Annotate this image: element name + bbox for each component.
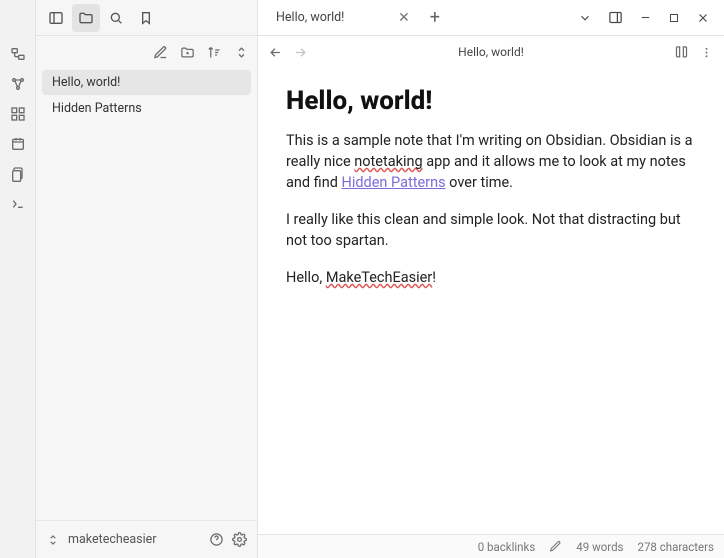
sidebar: Hello, world! Hidden Patterns maketechea… <box>36 0 258 558</box>
vault-footer: maketecheasier <box>36 520 257 558</box>
settings-icon[interactable] <box>232 532 247 547</box>
edit-mode-icon[interactable] <box>549 540 562 553</box>
main: Hello, world! ✕ + <box>258 0 724 558</box>
search-tab-icon[interactable] <box>102 4 130 32</box>
nav-forward-icon[interactable] <box>293 45 308 60</box>
help-icon[interactable] <box>209 532 224 547</box>
view-header: Hello, world! <box>258 36 724 68</box>
nav-back-icon[interactable] <box>268 45 283 60</box>
vault-switcher-icon[interactable] <box>46 533 60 547</box>
backlinks-count[interactable]: 0 backlinks <box>478 540 536 554</box>
daily-note-icon[interactable] <box>10 136 26 152</box>
note-paragraph: This is a sample note that I'm writing o… <box>286 130 696 193</box>
window-controls <box>578 10 716 25</box>
note-paragraph: Hello, MakeTechEasier! <box>286 267 696 288</box>
vault-name[interactable]: maketecheasier <box>68 532 201 547</box>
file-item[interactable]: Hidden Patterns <box>42 96 251 121</box>
sidebar-tools <box>36 36 257 68</box>
new-tab-button[interactable]: + <box>420 7 450 28</box>
internal-link[interactable]: Hidden Patterns <box>342 174 446 191</box>
status-bar: 0 backlinks 49 words 278 characters <box>258 534 724 558</box>
window-minimize-icon[interactable] <box>639 11 652 24</box>
spell-error: MakeTechEasier <box>326 269 432 286</box>
reading-mode-icon[interactable] <box>674 45 689 60</box>
note-paragraph: I really like this clean and simple look… <box>286 209 696 251</box>
canvas-icon[interactable] <box>10 106 26 122</box>
sidebar-tabs <box>36 0 257 36</box>
file-list: Hello, world! Hidden Patterns <box>36 68 257 520</box>
note-heading: Hello, world! <box>286 86 696 116</box>
new-note-icon[interactable] <box>153 45 168 60</box>
ribbon <box>0 0 36 558</box>
toggle-right-sidebar-icon[interactable] <box>608 10 623 25</box>
new-folder-icon[interactable] <box>180 45 195 60</box>
files-tab-icon[interactable] <box>72 4 100 32</box>
close-tab-icon[interactable]: ✕ <box>398 10 410 26</box>
toggle-sidebar-icon[interactable] <box>42 4 70 32</box>
bookmarks-tab-icon[interactable] <box>132 4 160 32</box>
tab-dropdown-icon[interactable] <box>578 11 592 25</box>
sort-icon[interactable] <box>207 45 222 60</box>
word-count[interactable]: 49 words <box>576 540 623 554</box>
file-item[interactable]: Hello, world! <box>42 70 251 95</box>
command-palette-icon[interactable] <box>10 196 26 212</box>
tab-active[interactable]: Hello, world! ✕ <box>266 4 420 32</box>
more-options-icon[interactable] <box>699 45 714 60</box>
spell-error: notetaking <box>354 153 422 170</box>
window-maximize-icon[interactable] <box>668 12 680 24</box>
tabs-row: Hello, world! ✕ + <box>258 0 724 36</box>
window-close-icon[interactable] <box>696 11 710 25</box>
graph-icon[interactable] <box>10 76 26 92</box>
view-title[interactable]: Hello, world! <box>316 45 666 59</box>
char-count[interactable]: 278 characters <box>638 540 715 554</box>
tab-title: Hello, world! <box>276 10 386 25</box>
quick-switcher-icon[interactable] <box>10 46 26 62</box>
templates-icon[interactable] <box>10 166 26 182</box>
editor[interactable]: Hello, world! This is a sample note that… <box>258 68 724 534</box>
collapse-icon[interactable] <box>234 45 249 60</box>
